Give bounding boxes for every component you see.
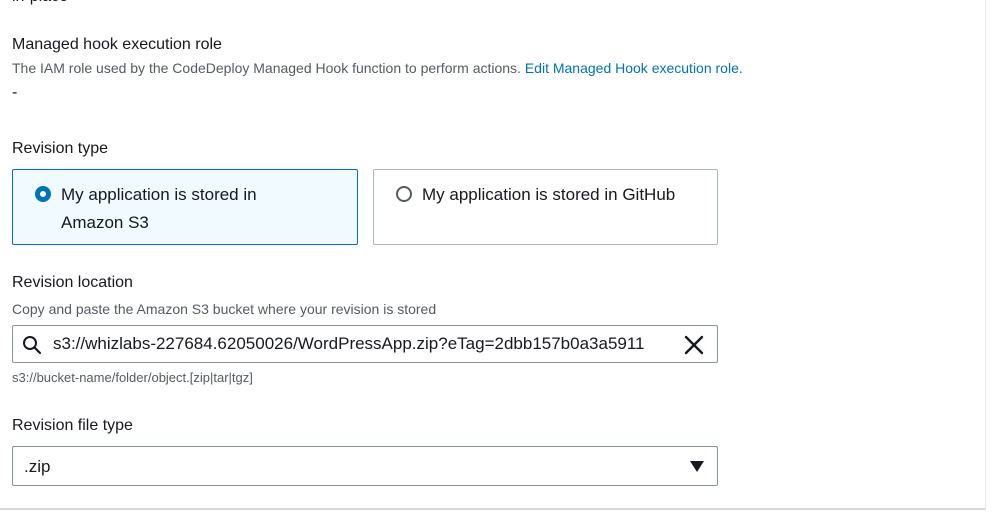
caret-down-icon	[690, 461, 704, 472]
radio-github[interactable]	[396, 186, 412, 202]
revision-type-option-github-label: My application is stored in GitHub	[422, 185, 676, 204]
previous-section-text: in-place	[12, 0, 68, 6]
managed-hook-value: -	[12, 84, 18, 101]
deployment-settings-panel: in-place Managed hook execution role The…	[0, 0, 986, 510]
revision-file-type-select[interactable]: .zip	[12, 446, 718, 486]
revision-type-label: Revision type	[12, 140, 109, 157]
revision-file-type-value: .zip	[24, 457, 51, 476]
revision-file-type-label: Revision file type	[12, 417, 133, 434]
revision-location-hint: s3://bucket-name/folder/object.[zip|tar|…	[12, 370, 253, 385]
search-icon	[23, 336, 42, 355]
managed-hook-description-text: The IAM role used by the CodeDeploy Mana…	[12, 60, 521, 76]
revision-type-option-s3-label: My application is stored in Amazon S3	[61, 185, 257, 232]
revision-location-value[interactable]: s3://whizlabs-227684.62050026/WordPressA…	[53, 334, 677, 354]
revision-location-description: Copy and paste the Amazon S3 bucket wher…	[12, 301, 437, 317]
radio-s3-selected[interactable]	[35, 186, 51, 202]
revision-type-option-github[interactable]: My application is stored in GitHub	[373, 169, 718, 245]
close-icon[interactable]	[683, 334, 705, 356]
revision-location-input[interactable]: s3://whizlabs-227684.62050026/WordPressA…	[12, 325, 718, 363]
managed-hook-description: The IAM role used by the CodeDeploy Mana…	[12, 60, 743, 76]
revision-location-label: Revision location	[12, 274, 133, 291]
managed-hook-label: Managed hook execution role	[12, 36, 222, 53]
revision-type-option-s3[interactable]: My application is stored in Amazon S3	[12, 169, 358, 245]
edit-managed-hook-role-link[interactable]: Edit Managed Hook execution role.	[525, 60, 743, 76]
